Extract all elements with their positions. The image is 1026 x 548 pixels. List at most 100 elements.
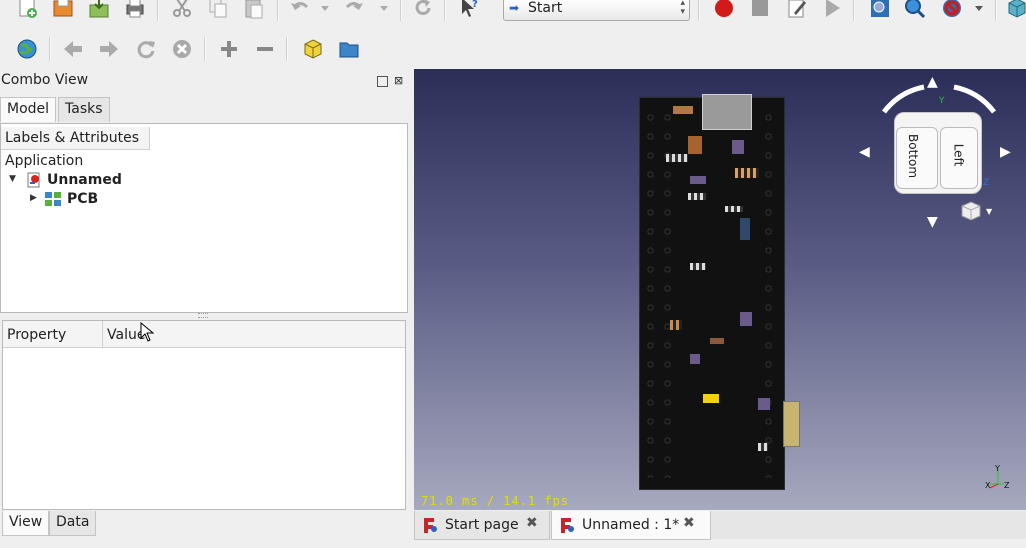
usb-connector	[702, 94, 752, 130]
freecad-logo-icon	[559, 517, 575, 537]
tab-tasks-label: Tasks	[65, 101, 103, 117]
yellow-component	[703, 394, 719, 403]
save-document-icon[interactable]	[87, 0, 111, 20]
smd-component	[725, 206, 743, 212]
rotate-right-arrow-icon[interactable]: ▶	[1000, 144, 1011, 160]
workbench-selector[interactable]: ➡ Start ▴ ▾	[503, 0, 690, 21]
cube-face-side-label: Left	[951, 143, 966, 167]
draw-style-dropdown-icon[interactable]	[972, 0, 986, 20]
splitter-handle[interactable]	[198, 313, 208, 318]
close-tab-icon[interactable]: ✖	[526, 515, 538, 531]
tab-model[interactable]: Model	[0, 97, 57, 122]
reload-icon[interactable]	[134, 37, 158, 61]
smd-component	[666, 154, 688, 162]
back-icon[interactable]	[61, 37, 85, 61]
view-menu-cube-icon[interactable]	[961, 200, 985, 226]
workbench-arrow-icon: ➡	[509, 1, 520, 15]
stop-macro-icon[interactable]	[748, 0, 772, 20]
collapsed-arrow-icon[interactable]: ▶	[30, 193, 37, 203]
forward-icon[interactable]	[97, 37, 121, 61]
doc-tab-start-page[interactable]: Start page ✖	[414, 511, 550, 540]
record-macro-icon[interactable]	[712, 0, 736, 20]
tree-item-pcb[interactable]: PCB	[67, 191, 98, 207]
doc-tab-start-page-label: Start page	[445, 517, 519, 533]
3d-viewport[interactable]: ▲ ◀ ▶ ▼ Bottom Left Y Z ▼ YZX 71.0 ms / …	[414, 69, 1026, 510]
rotate-left-arrow-icon[interactable]: ◀	[859, 144, 870, 160]
web-globe-icon[interactable]	[15, 37, 39, 61]
copy-icon[interactable]	[206, 0, 230, 20]
fit-selection-icon[interactable]	[903, 0, 927, 20]
axis-y-label: Y	[939, 96, 945, 106]
svg-text:Z: Z	[1004, 481, 1010, 490]
smd-component	[735, 168, 759, 178]
whats-this-icon[interactable]: ?	[458, 0, 482, 20]
view-menu-arrow-icon[interactable]: ▼	[986, 207, 992, 216]
tab-tasks[interactable]: Tasks	[58, 97, 110, 122]
folder-group-icon[interactable]	[337, 37, 361, 61]
pcb-board[interactable]	[639, 94, 800, 490]
spin-arrows-icon: ▴ ▾	[680, 0, 685, 17]
model-tree-panel: Labels & Attributes Application ▼ Unname…	[0, 123, 408, 313]
smd-component	[673, 106, 693, 114]
tab-data[interactable]: Data	[49, 511, 97, 536]
property-column-label: Property	[7, 327, 67, 343]
tree-header-label: Labels & Attributes	[5, 130, 139, 146]
smd-component	[690, 176, 706, 184]
smd-component	[688, 193, 706, 200]
doc-tab-unnamed[interactable]: Unnamed : 1* ✖	[551, 511, 711, 540]
close-tab-icon[interactable]: ✖	[683, 515, 695, 531]
fps-overlay: 71.0 ms / 14.1 fps	[421, 494, 570, 508]
svg-text:Y: Y	[994, 464, 1000, 473]
property-panel: Property Value	[2, 320, 406, 510]
cut-icon[interactable]	[170, 0, 194, 20]
combo-view-title: Combo View	[1, 72, 89, 88]
side-connector	[783, 401, 800, 447]
refresh-icon[interactable]	[411, 0, 435, 20]
pcb-pin-column-right	[760, 108, 780, 478]
tab-model-label: Model	[7, 101, 50, 117]
pcb-group-icon	[44, 190, 62, 212]
mouse-cursor-icon	[140, 321, 155, 346]
isometric-view-icon[interactable]	[1005, 0, 1026, 20]
cube-face-side[interactable]: Left	[940, 127, 978, 189]
property-header-row: Property Value	[3, 321, 405, 348]
redo-dropdown-icon[interactable]	[377, 0, 391, 20]
tree-header[interactable]: Labels & Attributes	[1, 127, 150, 150]
undo-dropdown-icon[interactable]	[318, 0, 332, 20]
property-column-header[interactable]: Property	[3, 321, 103, 347]
redo-icon[interactable]	[342, 0, 366, 20]
smd-component	[740, 312, 752, 326]
edit-macro-icon[interactable]	[785, 0, 809, 20]
zoom-in-icon[interactable]	[217, 37, 241, 61]
toolbar-row-2	[0, 36, 1026, 62]
zoom-out-icon[interactable]	[253, 37, 277, 61]
open-document-icon[interactable]	[51, 0, 75, 20]
stop-icon[interactable]	[170, 37, 194, 61]
close-panel-icon[interactable]: ⊠	[394, 74, 403, 87]
freecad-logo-icon	[422, 517, 438, 537]
smd-component	[758, 398, 770, 410]
tree-root-application[interactable]: Application	[5, 153, 83, 169]
tree-item-unnamed[interactable]: Unnamed	[47, 172, 122, 188]
part-cube-icon[interactable]	[301, 37, 325, 61]
paste-icon[interactable]	[242, 0, 266, 20]
tab-view[interactable]: View	[2, 511, 50, 536]
cube-face-front-label: Bottom	[906, 133, 921, 179]
expand-arrow-icon[interactable]: ▼	[9, 174, 16, 184]
float-panel-icon[interactable]	[377, 76, 388, 87]
navigation-cube[interactable]: ▲ ◀ ▶ ▼ Bottom Left Y Z ▼	[859, 74, 1019, 234]
smd-component	[710, 338, 724, 344]
run-macro-icon[interactable]	[820, 0, 844, 20]
undo-icon[interactable]	[288, 0, 312, 20]
fit-all-icon[interactable]	[868, 0, 892, 20]
tab-data-label: Data	[56, 514, 90, 530]
smd-component	[670, 320, 682, 330]
document-icon	[26, 172, 42, 192]
cube-face-front[interactable]: Bottom	[896, 127, 938, 189]
pcb-pin-column-left	[642, 108, 676, 478]
draw-style-icon[interactable]	[940, 0, 964, 20]
tab-view-label: View	[9, 514, 43, 530]
print-icon[interactable]	[123, 0, 147, 20]
rotate-down-arrow-icon[interactable]: ▼	[927, 214, 938, 230]
new-document-icon[interactable]	[15, 0, 39, 20]
